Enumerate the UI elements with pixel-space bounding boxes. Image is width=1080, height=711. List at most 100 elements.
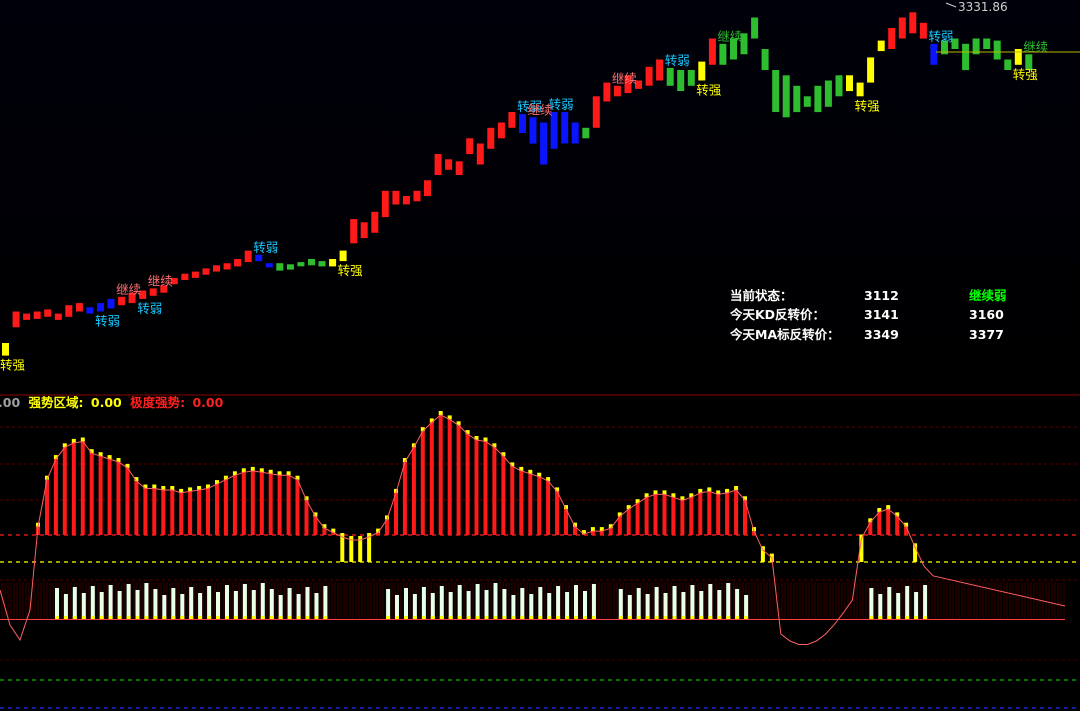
candle — [1004, 59, 1012, 70]
volume-bar — [412, 594, 417, 619]
candle — [856, 82, 864, 97]
histogram-bar — [268, 473, 273, 535]
candle — [360, 222, 368, 239]
volume-bar — [735, 589, 740, 619]
histogram-bar — [223, 479, 228, 535]
candle — [434, 154, 442, 175]
candle — [118, 296, 126, 306]
histogram-cap — [886, 505, 891, 510]
histogram-bar — [483, 441, 488, 535]
histogram-bar — [277, 475, 282, 535]
histogram-bar — [707, 491, 712, 535]
volume-bar-cap — [117, 616, 122, 619]
volume-bar-cap — [869, 616, 874, 619]
candle — [255, 254, 263, 262]
info-label-status: 当前状态： — [730, 288, 793, 303]
candle — [909, 12, 917, 34]
histogram-bar — [519, 470, 524, 535]
candle — [413, 190, 421, 202]
candle — [149, 288, 157, 296]
volume-bar-cap — [439, 616, 444, 619]
histogram-bar — [349, 540, 354, 562]
candle — [550, 112, 558, 149]
histogram-cap — [653, 490, 658, 495]
histogram-bar — [179, 492, 184, 535]
volume-bar-cap — [216, 616, 220, 619]
volume-bar — [618, 589, 623, 619]
volume-bar — [448, 592, 453, 619]
volume-bar-cap — [233, 616, 238, 619]
candle — [519, 114, 526, 133]
candle — [276, 263, 284, 271]
candle — [12, 311, 20, 328]
volume-bar — [511, 595, 516, 619]
volume-bar-cap — [99, 616, 104, 619]
histogram-bar — [125, 467, 130, 535]
candle — [213, 265, 220, 272]
candle — [613, 85, 621, 97]
volume-bar — [207, 586, 212, 619]
volume-bar-cap — [421, 616, 426, 619]
volume-bar — [869, 588, 874, 619]
histogram-bar — [635, 503, 640, 535]
volume-bar-cap — [511, 616, 516, 619]
info-value-status-2: 继续弱 — [969, 288, 1007, 303]
volume-bar — [466, 591, 471, 619]
histogram-bar — [152, 488, 157, 535]
histogram-bar — [161, 490, 166, 535]
histogram-bar — [71, 442, 76, 535]
volume-bar-cap — [225, 616, 229, 619]
volume-bar-cap — [269, 616, 274, 619]
volume-bar — [914, 592, 919, 619]
info-value-kd-2: 3160 — [969, 307, 1004, 322]
histogram-bar — [98, 456, 103, 535]
volume-bar — [305, 587, 310, 619]
histogram-bar — [698, 492, 703, 535]
candle — [846, 75, 853, 92]
volume-bar-cap — [547, 616, 552, 619]
volume-bar-cap — [314, 616, 319, 619]
volume-bar — [744, 595, 749, 619]
histogram-cap — [707, 487, 712, 492]
candle — [86, 307, 94, 314]
histogram-cap — [590, 527, 595, 532]
histogram-bar — [116, 462, 121, 535]
histogram-bar — [134, 481, 139, 535]
signal-label: 继续 — [148, 273, 173, 288]
volume-bar-cap — [404, 616, 408, 619]
volume-bar-cap — [126, 616, 131, 619]
volume-bar — [430, 593, 435, 619]
volume-bar — [645, 594, 650, 619]
histogram-bar — [555, 491, 560, 535]
signal-label: 转强 — [855, 98, 881, 113]
info-label-ma: 今天MA标反转价： — [729, 327, 840, 342]
candle — [708, 38, 716, 65]
histogram-bar — [429, 422, 434, 535]
candle — [297, 262, 305, 267]
volume-bar-cap — [520, 616, 525, 619]
candle — [645, 66, 653, 86]
histogram-bar — [608, 528, 613, 535]
candle — [497, 122, 505, 139]
signal-label: 转强 — [0, 358, 26, 373]
volume-bar — [654, 587, 659, 619]
volume-bar-cap — [287, 616, 292, 619]
histogram-bar — [394, 492, 398, 535]
volume-bar-cap — [251, 616, 256, 619]
histogram-bar — [411, 447, 416, 535]
candle — [476, 143, 484, 165]
volume-bar-cap — [699, 616, 704, 619]
candle — [571, 122, 579, 144]
histogram-bar — [662, 494, 667, 535]
volume-bar — [887, 587, 892, 619]
candle — [329, 259, 337, 267]
signal-label: 继续 — [116, 282, 141, 297]
histogram-bar — [295, 479, 300, 535]
histogram-cap — [734, 486, 739, 490]
volume-bar — [242, 584, 247, 619]
histogram-cap — [152, 484, 157, 489]
candle — [97, 303, 104, 312]
volume-bar — [708, 584, 713, 619]
histogram-bar — [886, 509, 891, 535]
volume-bar-cap — [735, 616, 740, 619]
